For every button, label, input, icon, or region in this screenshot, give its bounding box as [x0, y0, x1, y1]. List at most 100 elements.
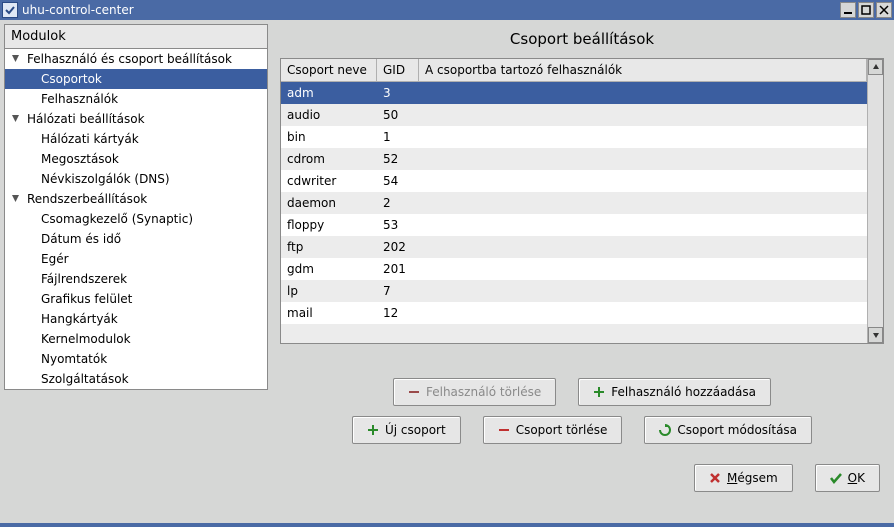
table-body[interactable]: adm3audio50bin1cdrom52cdwriter54daemon2f… [281, 82, 867, 343]
table-row[interactable]: audio50 [281, 104, 867, 126]
scroll-down-icon[interactable] [868, 327, 883, 343]
table-row[interactable]: ftp202 [281, 236, 867, 258]
tree-item[interactable]: Felhasználók [5, 89, 267, 109]
scroll-up-icon[interactable] [868, 59, 883, 75]
tree-item[interactable]: Kernelmodulok [5, 329, 267, 349]
table-row[interactable]: lp7 [281, 280, 867, 302]
tree-item[interactable]: Szolgáltatások [5, 369, 267, 389]
cell-gid: 201 [377, 262, 419, 276]
table-row[interactable]: bin1 [281, 126, 867, 148]
tree-item[interactable]: Fájlrendszerek [5, 269, 267, 289]
chevron-down-icon [11, 192, 23, 206]
cell-gid: 7 [377, 284, 419, 298]
table-row[interactable]: gdm201 [281, 258, 867, 280]
cell-group-name: cdwriter [281, 174, 377, 188]
minimize-button[interactable] [840, 2, 856, 18]
chevron-down-icon [11, 112, 23, 126]
cell-gid: 52 [377, 152, 419, 166]
minus-icon [498, 424, 510, 436]
col-group-name[interactable]: Csoport neve [281, 59, 377, 81]
cell-gid: 12 [377, 306, 419, 320]
table-header: Csoport neve GID A csoportba tartozó fel… [281, 59, 867, 82]
sidebar-tree[interactable]: Felhasználó és csoport beállítások Csopor… [4, 49, 268, 390]
cell-group-name: floppy [281, 218, 377, 232]
new-group-label: Új csoport [385, 423, 446, 437]
main-panel: Csoport beállítások Csoport neve GID A c… [274, 24, 890, 519]
table-row[interactable]: cdwriter54 [281, 170, 867, 192]
cell-group-name: lp [281, 284, 377, 298]
sidebar-header: Modulok [4, 24, 268, 49]
table-row[interactable] [281, 324, 867, 343]
tree-item[interactable]: Névkiszolgálók (DNS) [5, 169, 267, 189]
plus-icon [593, 386, 605, 398]
delete-user-label: Felhasználó törlése [426, 385, 541, 399]
cell-group-name: gdm [281, 262, 377, 276]
page-title: Csoport beállítások [280, 24, 884, 58]
cancel-button[interactable]: Mégsem [694, 464, 793, 492]
col-users[interactable]: A csoportba tartozó felhasználók [419, 59, 867, 81]
cell-gid: 202 [377, 240, 419, 254]
tree-category-label: Rendszerbeállítások [27, 192, 147, 206]
cell-group-name: cdrom [281, 152, 377, 166]
tree-item[interactable]: Grafikus felület [5, 289, 267, 309]
cancel-icon [709, 472, 721, 484]
table-row[interactable]: floppy53 [281, 214, 867, 236]
tree-category[interactable]: Hálózati beállítások [5, 109, 267, 129]
table-row[interactable]: cdrom52 [281, 148, 867, 170]
cell-group-name: adm [281, 86, 377, 100]
groups-table: Csoport neve GID A csoportba tartozó fel… [280, 58, 884, 344]
tree-item[interactable]: Csomagkezelő (Synaptic) [5, 209, 267, 229]
cell-gid: 53 [377, 218, 419, 232]
plus-icon [367, 424, 379, 436]
ok-icon [830, 472, 842, 484]
tree-item[interactable]: Hálózati kártyák [5, 129, 267, 149]
tree-category[interactable]: Felhasználó és csoport beállítások [5, 49, 267, 69]
table-row[interactable]: adm3 [281, 82, 867, 104]
chevron-down-icon [11, 52, 23, 66]
sidebar: Modulok Felhasználó és csoport beállítás… [4, 24, 268, 519]
table-row[interactable]: mail12 [281, 302, 867, 324]
tree-category-label: Felhasználó és csoport beállítások [27, 52, 232, 66]
app-icon [2, 2, 18, 18]
tree-category-label: Hálózati beállítások [27, 112, 145, 126]
scroll-track[interactable] [868, 75, 883, 327]
tree-item[interactable]: Nyomtatók [5, 349, 267, 369]
cell-group-name: ftp [281, 240, 377, 254]
delete-group-button[interactable]: Csoport törlése [483, 416, 623, 444]
ok-label: OK [848, 471, 865, 485]
cell-group-name: bin [281, 130, 377, 144]
cell-gid: 3 [377, 86, 419, 100]
modify-group-button[interactable]: Csoport módosítása [644, 416, 812, 444]
tree-item[interactable]: Megosztások [5, 149, 267, 169]
delete-user-button: Felhasználó törlése [393, 378, 556, 406]
tree-item[interactable]: Hangkártyák [5, 309, 267, 329]
tree-item[interactable]: Egér [5, 249, 267, 269]
cell-gid: 54 [377, 174, 419, 188]
cell-group-name: audio [281, 108, 377, 122]
tree-category[interactable]: Rendszerbeállítások [5, 189, 267, 209]
add-user-button[interactable]: Felhasználó hozzáadása [578, 378, 771, 406]
window-border-bottom [0, 523, 894, 527]
window-title: uhu-control-center [22, 3, 838, 17]
window-titlebar: uhu-control-center [0, 0, 894, 20]
cancel-label: Mégsem [727, 471, 778, 485]
cell-gid: 50 [377, 108, 419, 122]
cell-gid: 1 [377, 130, 419, 144]
delete-group-label: Csoport törlése [516, 423, 608, 437]
maximize-button[interactable] [858, 2, 874, 18]
modify-group-label: Csoport módosítása [677, 423, 797, 437]
col-gid[interactable]: GID [377, 59, 419, 81]
tree-item[interactable]: Dátum és idő [5, 229, 267, 249]
close-button[interactable] [876, 2, 892, 18]
tree-item[interactable]: Csoportok [5, 69, 267, 89]
new-group-button[interactable]: Új csoport [352, 416, 461, 444]
ok-button[interactable]: OK [815, 464, 880, 492]
cell-gid: 2 [377, 196, 419, 210]
cell-group-name: daemon [281, 196, 377, 210]
cell-group-name: mail [281, 306, 377, 320]
add-user-label: Felhasználó hozzáadása [611, 385, 756, 399]
refresh-icon [659, 424, 671, 436]
table-scrollbar[interactable] [867, 59, 883, 343]
minus-icon [408, 386, 420, 398]
table-row[interactable]: daemon2 [281, 192, 867, 214]
